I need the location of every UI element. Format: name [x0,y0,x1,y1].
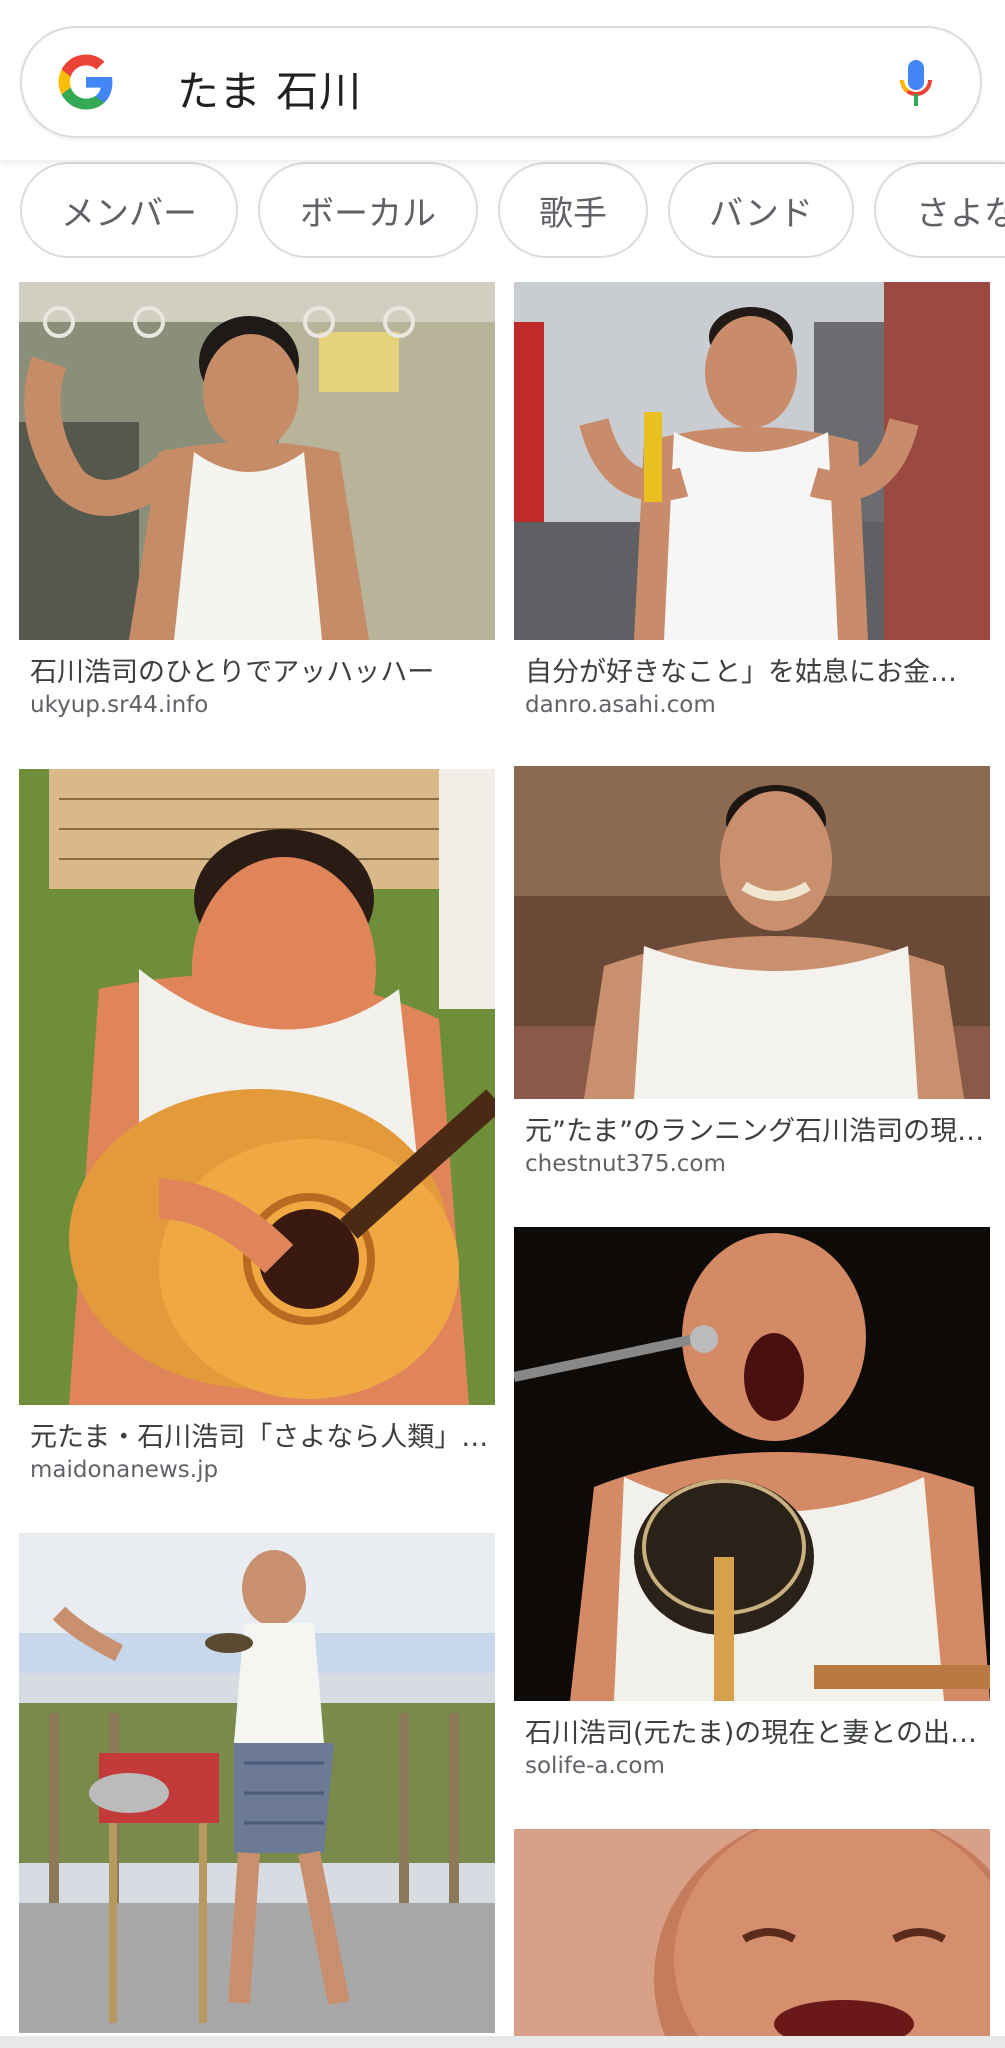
result-title[interactable]: 石川浩司(元たま)の現在と妻との出… [525,1711,985,1750]
chip-member[interactable]: メンバー [20,162,238,258]
result-image[interactable] [514,1829,990,2036]
result-domain: solife-a.com [525,1753,665,1779]
result-domain: ukyup.sr44.info [30,692,209,718]
microphone-icon[interactable] [898,58,934,110]
result-domain: danro.asahi.com [525,692,716,718]
google-logo-icon[interactable] [56,52,116,112]
search-input[interactable]: たま 石川 [177,58,362,119]
result-image[interactable] [514,282,990,640]
result-card[interactable]: 自分が好きなこと」を姑息にお金… danro.asahi.com [514,282,990,718]
result-card[interactable]: 石川浩司(元たま)の現在と妻との出… solife-a.com [514,1227,990,1779]
chip-singer[interactable]: 歌手 [498,162,648,258]
result-domain: chestnut375.com [525,1151,726,1177]
result-card[interactable]: 石川浩司のひとりでアッハッハー ukyup.sr44.info [19,282,495,718]
result-title[interactable]: 自分が好きなこと」を姑息にお金… [525,650,985,689]
result-title[interactable]: 元たま・石川浩司「さよなら人類」… [30,1415,490,1454]
result-card[interactable]: 元たま・石川浩司「さよなら人類」… maidonanews.jp [19,769,495,1483]
chip-sayonara[interactable]: さよな [874,162,1005,258]
result-card[interactable]: 元”たま”のランニング石川浩司の現… chestnut375.com [514,766,990,1177]
result-card[interactable] [514,1829,990,2036]
filter-chips: メンバー ボーカル 歌手 バンド さよな [0,160,1005,264]
result-image[interactable] [514,766,990,1099]
bottom-divider [0,2036,1005,2048]
chip-band[interactable]: バンド [668,162,854,258]
search-header: たま 石川 [0,0,1005,160]
result-domain: maidonanews.jp [30,1457,219,1483]
search-bar[interactable]: たま 石川 [20,26,982,138]
chip-vocal[interactable]: ボーカル [258,162,478,258]
result-image[interactable] [514,1227,990,1701]
result-card[interactable] [19,1533,495,2033]
result-image[interactable] [19,1533,495,2033]
result-title[interactable]: 石川浩司のひとりでアッハッハー [30,650,490,689]
result-title[interactable]: 元”たま”のランニング石川浩司の現… [525,1109,985,1148]
result-image[interactable] [19,769,495,1405]
result-image[interactable] [19,282,495,640]
